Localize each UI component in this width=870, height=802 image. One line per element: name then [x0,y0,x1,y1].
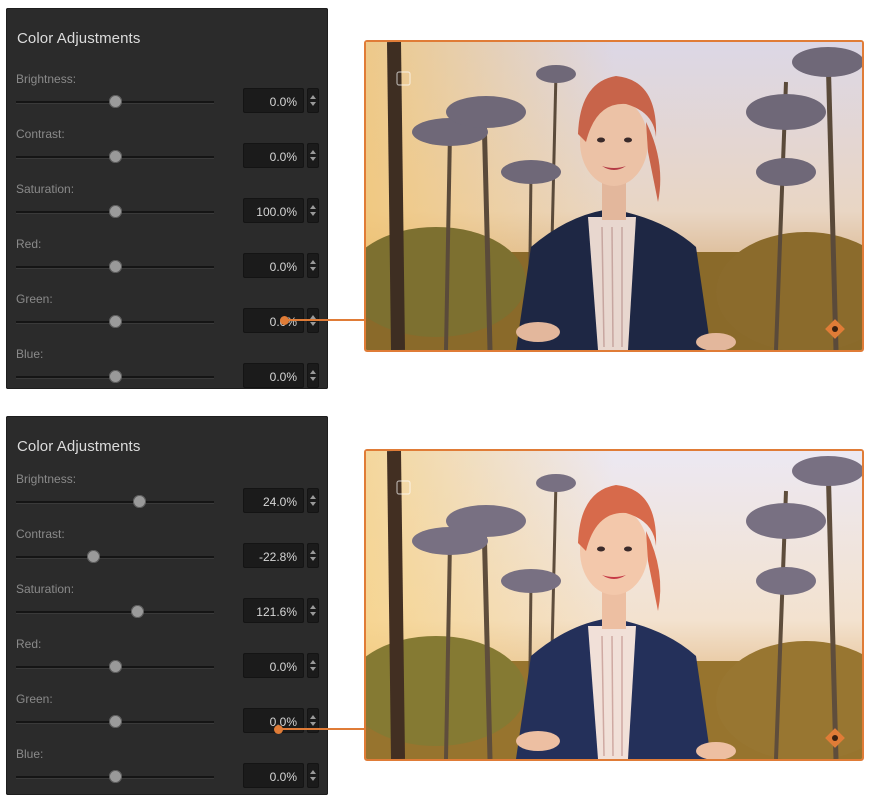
brightness-label: Brightness: [16,72,77,86]
brightness-value-field[interactable]: 0.0% [243,88,304,113]
stepper-down-icon[interactable] [310,102,316,106]
panel-title: Color Adjustments [17,30,141,47]
brightness-value-field[interactable]: 24.0% [243,488,304,513]
brightness-slider-thumb[interactable] [109,95,122,108]
stepper-up-icon[interactable] [310,715,316,719]
panel-title: Color Adjustments [17,438,141,455]
stepper-up-icon[interactable] [310,770,316,774]
preview-image [366,42,862,350]
stepper-up-icon[interactable] [310,370,316,374]
blue-row: Blue: 0.0% [6,747,328,802]
connector-line-2 [278,728,364,730]
blue-stepper[interactable] [307,763,319,788]
stepper-down-icon[interactable] [310,377,316,381]
red-stepper[interactable] [307,653,319,678]
blue-value-field[interactable]: 0.0% [243,763,304,788]
stepper-down-icon[interactable] [310,777,316,781]
blue-slider-thumb[interactable] [109,370,122,383]
blue-stepper[interactable] [307,363,319,388]
saturation-value-field[interactable]: 121.6% [243,598,304,623]
brightness-row: Brightness: 0.0% [6,72,328,127]
contrast-value-field[interactable]: 0.0% [243,143,304,168]
brightness-row: Brightness: 24.0% [6,472,328,527]
stepper-down-icon[interactable] [310,322,316,326]
red-slider-thumb[interactable] [109,260,122,273]
saturation-label: Saturation: [16,182,75,196]
stepper-up-icon[interactable] [310,495,316,499]
stepper-down-icon[interactable] [310,157,316,161]
color-adjustments-panel-1: Color Adjustments Brightness: 0.0% Contr… [6,8,328,389]
stepper-down-icon[interactable] [310,502,316,506]
brightness-label: Brightness: [16,472,77,486]
green-row: Green: 0.0% [6,692,328,747]
stepper-up-icon[interactable] [310,95,316,99]
red-label: Red: [16,237,42,251]
saturation-stepper[interactable] [307,598,319,623]
color-adjustments-panel-2: Color Adjustments Brightness: 24.0% Cont… [6,416,328,795]
saturation-row: Saturation: 121.6% [6,582,328,637]
saturation-slider-track[interactable] [16,611,214,614]
stepper-down-icon[interactable] [310,267,316,271]
saturation-row: Saturation: 100.0% [6,182,328,237]
connector-line-1 [284,319,364,321]
stepper-up-icon[interactable] [310,605,316,609]
contrast-slider-track[interactable] [16,556,214,559]
red-label: Red: [16,637,42,651]
saturation-label: Saturation: [16,582,75,596]
red-stepper[interactable] [307,253,319,278]
saturation-value-field[interactable]: 100.0% [243,198,304,223]
red-value-field[interactable]: 0.0% [243,653,304,678]
blue-slider-thumb[interactable] [109,770,122,783]
preview-image [366,451,862,759]
contrast-stepper[interactable] [307,143,319,168]
contrast-slider-thumb[interactable] [87,550,101,563]
stepper-down-icon[interactable] [310,212,316,216]
brightness-slider-thumb[interactable] [132,495,146,508]
contrast-row: Contrast: 0.0% [6,127,328,182]
red-row: Red: 0.0% [6,637,328,692]
contrast-stepper[interactable] [307,543,319,568]
stepper-down-icon[interactable] [310,667,316,671]
brightness-stepper[interactable] [307,488,319,513]
stepper-up-icon[interactable] [310,150,316,154]
red-value-field[interactable]: 0.0% [243,253,304,278]
brightness-stepper[interactable] [307,88,319,113]
contrast-label: Contrast: [16,527,65,541]
stepper-up-icon[interactable] [310,205,316,209]
stepper-up-icon[interactable] [310,660,316,664]
saturation-slider-thumb[interactable] [109,205,122,218]
stepper-up-icon[interactable] [310,550,316,554]
connector-dot-2 [274,725,283,734]
stepper-down-icon[interactable] [310,557,316,561]
contrast-row: Contrast: -22.8% [6,527,328,582]
contrast-label: Contrast: [16,127,65,141]
stepper-up-icon[interactable] [310,260,316,264]
video-preview-original [364,40,864,352]
green-slider-thumb[interactable] [109,315,122,328]
blue-row: Blue: 0.0% [6,347,328,402]
green-label: Green: [16,292,53,306]
contrast-slider-thumb[interactable] [109,150,122,163]
blue-label: Blue: [16,747,44,761]
saturation-slider-thumb[interactable] [130,605,144,618]
video-preview-adjusted [364,449,864,761]
red-slider-thumb[interactable] [109,660,122,673]
saturation-stepper[interactable] [307,198,319,223]
blue-label: Blue: [16,347,44,361]
connector-dot-1 [280,316,289,325]
stepper-down-icon[interactable] [310,722,316,726]
blue-value-field[interactable]: 0.0% [243,363,304,388]
brightness-slider-track[interactable] [16,501,214,504]
red-row: Red: 0.0% [6,237,328,292]
contrast-value-field[interactable]: -22.8% [243,543,304,568]
stepper-down-icon[interactable] [310,612,316,616]
green-slider-thumb[interactable] [109,715,122,728]
green-label: Green: [16,692,53,706]
